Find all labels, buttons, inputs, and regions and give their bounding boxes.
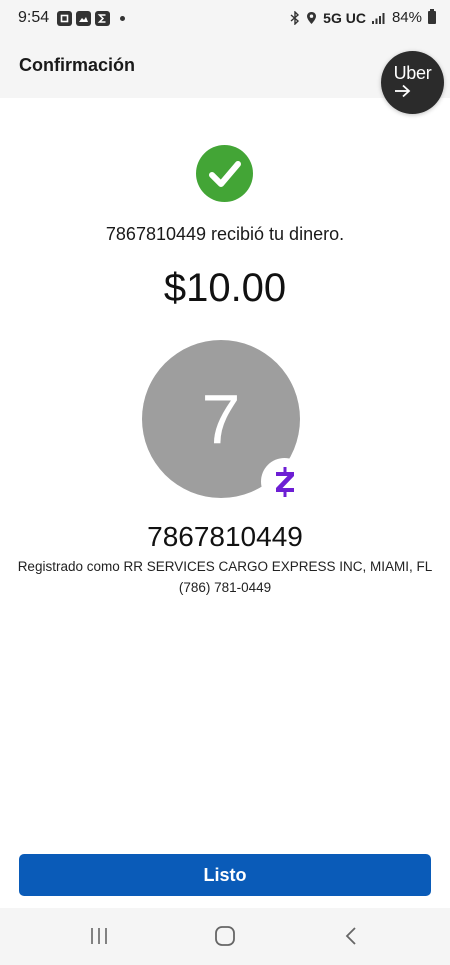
recent-apps-icon[interactable]: [87, 925, 111, 947]
avatar-initial: 7: [201, 380, 241, 458]
battery-percent: 84%: [391, 9, 422, 26]
back-icon[interactable]: [340, 925, 364, 947]
location-icon: [307, 11, 317, 24]
system-nav-bar: [0, 908, 450, 965]
registered-as-text: Registrado como RR SERVICES CARGO EXPRES…: [17, 559, 433, 574]
zelle-icon: [261, 458, 308, 505]
page-title: Confirmación: [19, 55, 136, 75]
status-bar: 9:54 5G UC 84%: [0, 0, 450, 40]
received-message: 7867810449 recibió tu dinero.: [105, 224, 345, 244]
status-time: 9:54: [18, 9, 50, 26]
gallery-icon: [76, 11, 91, 26]
arrow-right-icon: [395, 84, 411, 98]
uber-bubble-button[interactable]: Uber: [381, 51, 444, 114]
home-icon[interactable]: [213, 925, 237, 947]
uber-label: Uber: [393, 63, 432, 83]
success-check-icon: [196, 145, 253, 202]
bluetooth-icon: [290, 10, 300, 25]
recipient-phone: (786) 781-0449: [178, 580, 272, 595]
done-button[interactable]: Listo: [19, 854, 431, 896]
network-label: 5G UC: [323, 9, 366, 26]
status-app-icons: [57, 11, 125, 26]
status-right: 5G UC 84%: [290, 9, 436, 26]
recipient-number: 7867810449: [147, 521, 303, 552]
signal-icon: [371, 12, 385, 24]
sigma-icon: [95, 11, 110, 26]
amount: $10.00: [163, 266, 287, 310]
notification-dot-icon: [120, 16, 125, 21]
chase-icon: [57, 11, 72, 26]
battery-icon: [428, 9, 436, 24]
